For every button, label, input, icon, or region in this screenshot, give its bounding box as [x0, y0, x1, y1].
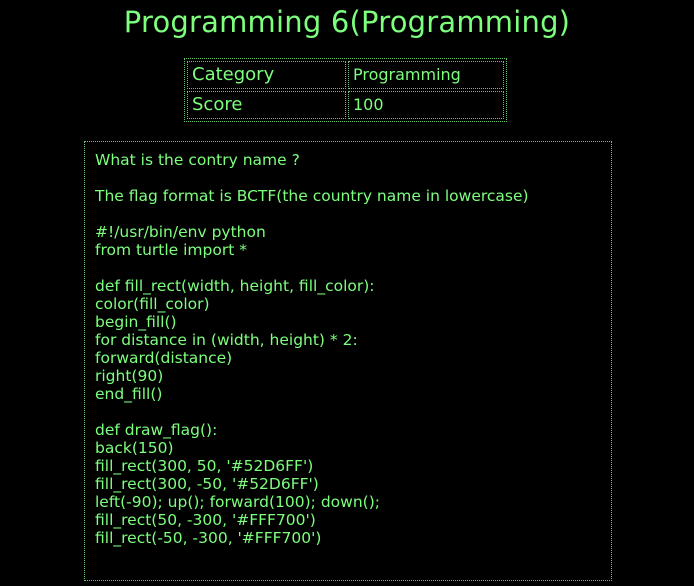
category-value: Programming — [348, 61, 504, 89]
code-line: forward(distance) — [95, 349, 233, 367]
description-line — [95, 205, 601, 223]
code-line: def draw_flag(): — [95, 421, 218, 439]
info-row-category: Category Programming — [187, 61, 504, 89]
code-line: from turtle import * — [95, 241, 247, 259]
description-line: What is the contry name ? — [95, 151, 300, 169]
code-line: for distance in (width, height) * 2: — [95, 331, 358, 349]
code-line: color(fill_color) — [95, 295, 210, 313]
category-label: Category — [187, 61, 346, 89]
code-line: left(-90); up(); forward(100); down(); — [95, 493, 380, 511]
code-line: fill_rect(50, -300, '#FFF700') — [95, 511, 316, 529]
description-line: The flag format is BCTF(the country name… — [95, 187, 529, 205]
code-line: end_fill() — [95, 385, 163, 403]
score-value: 100 — [348, 91, 504, 119]
code-line: fill_rect(-50, -300, '#FFF700') — [95, 529, 322, 547]
code-line: right(90) — [95, 367, 164, 385]
code-line: begin_fill() — [95, 313, 177, 331]
code-line: def fill_rect(width, height, fill_color)… — [95, 277, 375, 295]
description-line — [95, 169, 601, 187]
info-row-score: Score 100 — [187, 91, 504, 119]
score-label: Score — [187, 91, 346, 119]
challenge-info-table: Category Programming Score 100 — [184, 58, 507, 122]
code-line: back(150) — [95, 439, 174, 457]
page-title: Programming 6(Programming) — [123, 5, 571, 39]
code-line: fill_rect(300, -50, '#52D6FF') — [95, 475, 319, 493]
challenge-description: What is the contry name ? The flag forma… — [84, 141, 612, 581]
code-line: fill_rect(300, 50, '#52D6FF') — [95, 457, 314, 475]
code-line: #!/usr/bin/env python — [95, 223, 266, 241]
